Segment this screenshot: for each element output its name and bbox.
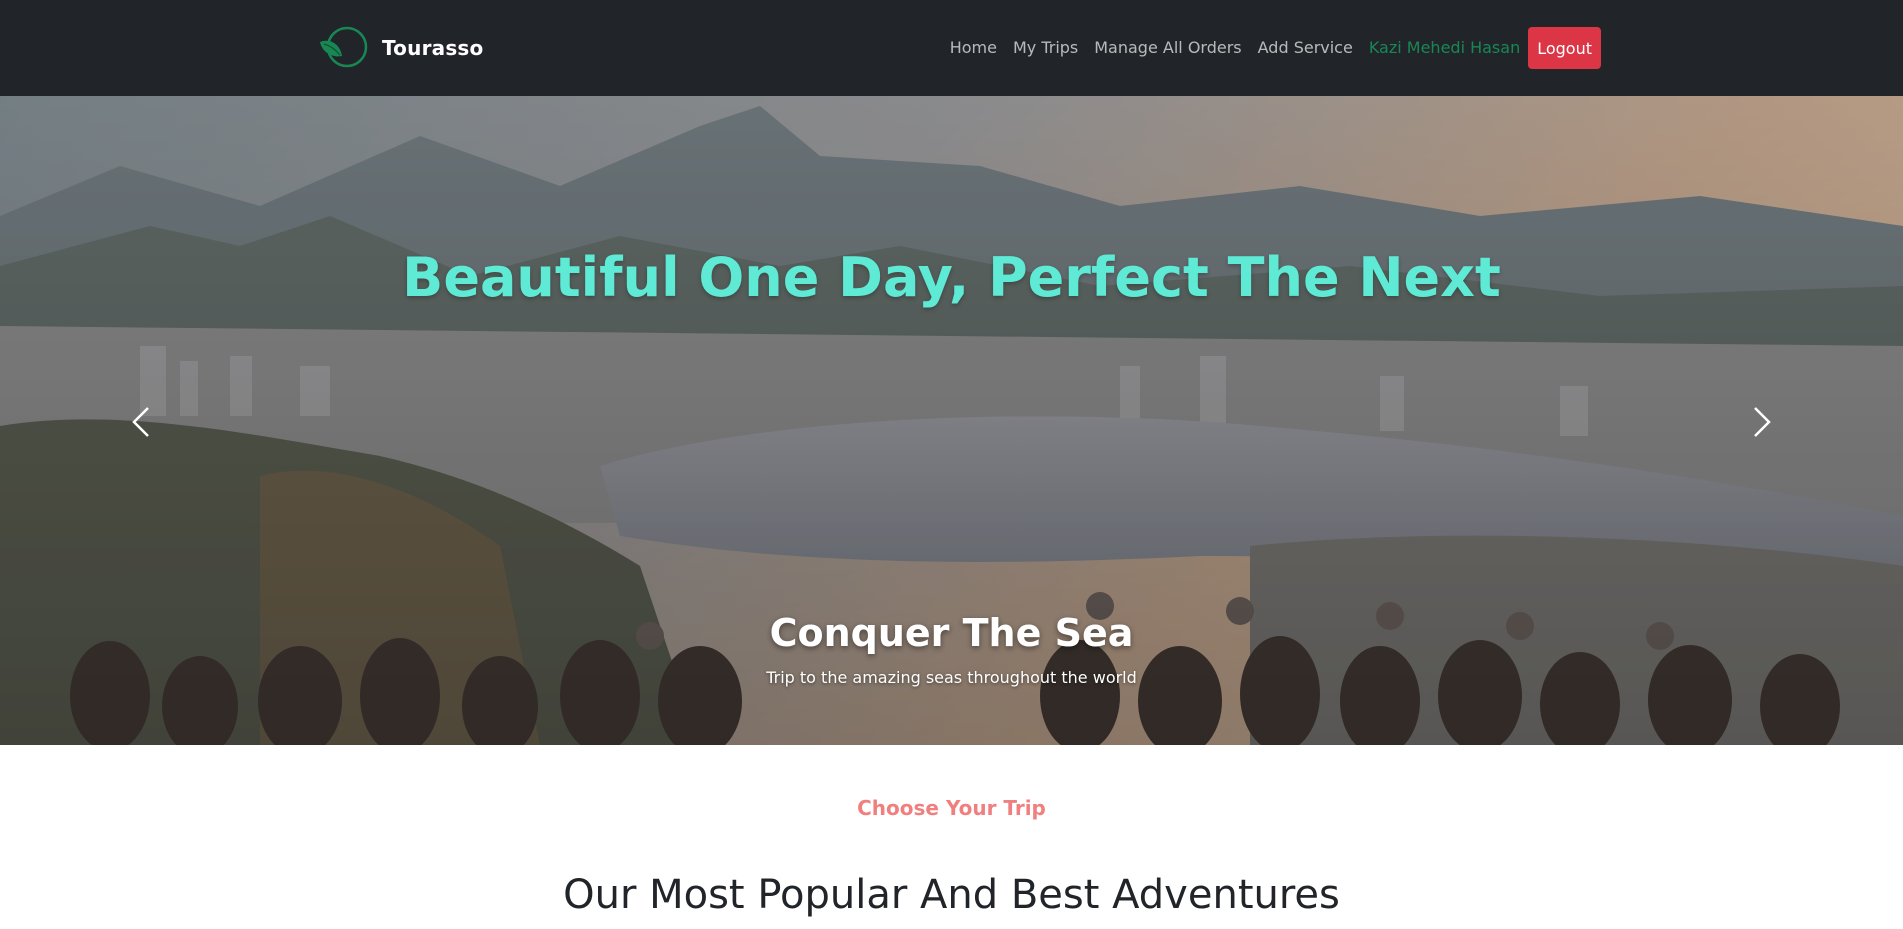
- carousel-caption-text: Trip to the amazing seas throughout the …: [766, 668, 1137, 687]
- section-heading: Our Most Popular And Best Adventures: [563, 872, 1340, 918]
- nav-links: Home My Trips Manage All Orders Add Serv…: [942, 27, 1601, 69]
- section-kicker: Choose Your Trip: [857, 796, 1046, 820]
- chevron-left-icon: [132, 407, 149, 437]
- hero-headline: Beautiful One Day, Perfect The Next: [402, 246, 1501, 309]
- carousel-caption-title: Conquer The Sea: [769, 611, 1134, 655]
- navbar: Tourasso Home My Trips Manage All Orders…: [0, 0, 1903, 96]
- logout-button[interactable]: Logout: [1528, 27, 1601, 69]
- nav-link-home[interactable]: Home: [942, 27, 1005, 69]
- nav-link-manage-all-orders[interactable]: Manage All Orders: [1086, 27, 1249, 69]
- brand-link[interactable]: Tourasso: [316, 24, 483, 72]
- chevron-right-icon: [1754, 407, 1771, 437]
- user-name: Kazi Mehedi Hasan: [1368, 38, 1521, 57]
- leaf-logo-icon: [320, 26, 368, 68]
- nav-link-add-service[interactable]: Add Service: [1250, 27, 1361, 69]
- carousel-next-button[interactable]: [1741, 402, 1781, 442]
- hero-carousel: Beautiful One Day, Perfect The Next Conq…: [0, 96, 1903, 745]
- carousel-prev-button[interactable]: [122, 402, 162, 442]
- nav-link-my-trips[interactable]: My Trips: [1005, 27, 1086, 69]
- brand-name: Tourasso: [382, 36, 484, 60]
